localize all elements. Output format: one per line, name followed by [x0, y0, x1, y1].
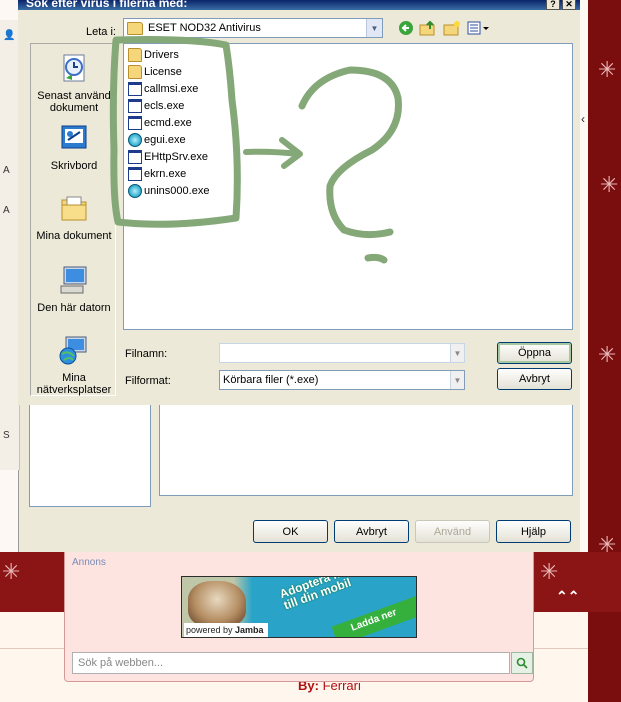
place-desktop[interactable]: Skrivbord — [31, 122, 117, 172]
place-label: Mina dokument — [36, 230, 112, 242]
scroll-up-icon[interactable]: ⌃⌃ — [556, 588, 579, 605]
view-menu-button[interactable] — [466, 19, 492, 37]
filetype-dropdown[interactable]: Körbara filer (*.exe) ▼ — [219, 370, 465, 390]
web-search-input[interactable]: Sök på webben... — [72, 652, 510, 674]
my-computer-icon — [60, 266, 87, 294]
list-item[interactable]: ecls.exe — [128, 98, 184, 114]
apply-button[interactable]: Använd — [415, 520, 490, 543]
place-label: Senast använd dokument — [37, 90, 111, 114]
chevron-down-icon[interactable]: ▼ — [366, 19, 382, 37]
eset-icon — [128, 184, 142, 198]
filetype-label: Filformat: — [125, 375, 171, 387]
places-bar: Senast använd dokument Skrivbord Mina do… — [30, 43, 116, 396]
folder-icon — [128, 65, 142, 79]
place-label: Mina nätverksplatser — [36, 372, 112, 396]
file-list[interactable]: Drivers License callmsi.exe ecls.exe ecm… — [123, 43, 573, 330]
snowflake-icon: ✳ — [540, 560, 559, 585]
ad-banner[interactable]: Adoptera mig till din mobil Ladda ner po… — [181, 576, 417, 638]
snowflake-icon: ✳ — [598, 343, 617, 368]
background-window-text: A — [3, 205, 10, 216]
snowflake-icon: ✳ — [600, 173, 619, 198]
exe-icon — [128, 82, 142, 96]
snowflake-icon: ✳ — [2, 560, 21, 585]
up-folder-icon — [419, 20, 435, 36]
properties-right-box — [159, 402, 573, 496]
filetype-value: Körbara filer (*.exe) — [223, 374, 319, 386]
exe-icon — [128, 167, 142, 181]
place-my-computer[interactable]: Den här datorn — [31, 264, 117, 314]
exe-icon — [128, 150, 142, 164]
search-icon — [516, 657, 528, 669]
user-icon: 👤 — [3, 30, 16, 41]
close-icon[interactable]: ✕ — [562, 0, 576, 10]
new-folder-button[interactable] — [442, 19, 462, 37]
list-item[interactable]: egui.exe — [128, 132, 186, 148]
chevron-left-icon[interactable]: ‹ — [581, 112, 591, 132]
place-label: Skrivbord — [50, 160, 98, 172]
back-arrow-icon — [399, 21, 413, 35]
chevron-down-icon[interactable]: ▼ — [450, 371, 464, 389]
help-button[interactable]: Hjälp — [496, 520, 571, 543]
filename-field[interactable]: ▼ — [219, 343, 465, 363]
list-item[interactable]: unins000.exe — [128, 183, 209, 199]
snowflake-icon: ✳ — [598, 533, 617, 558]
properties-cancel-button[interactable]: Avbryt — [334, 520, 409, 543]
place-label: Den här datorn — [37, 302, 111, 314]
lookin-dropdown[interactable]: ESET NOD32 Antivirus ▼ — [123, 18, 383, 38]
properties-left-box — [29, 402, 151, 507]
help-icon[interactable]: ? — [546, 0, 560, 10]
desktop-icon — [61, 125, 87, 149]
place-my-documents[interactable]: Mina dokument — [31, 192, 117, 242]
place-network[interactable]: Mina nätverksplatser — [31, 334, 117, 396]
exe-icon — [128, 116, 142, 130]
my-documents-icon — [61, 196, 87, 221]
ad-download-strip: Ladda ner — [331, 592, 416, 637]
dialog-title: Sök efter virus i filerna med: — [26, 0, 188, 10]
title-bar: Sök efter virus i filerna med: ? ✕ — [18, 0, 580, 10]
search-button[interactable] — [511, 652, 533, 674]
ad-panel: Annons Adoptera mig till din mobil Ladda… — [64, 552, 534, 682]
back-button[interactable] — [396, 19, 416, 37]
chevron-down-icon[interactable]: ▼ — [450, 344, 464, 362]
background-window-text: A — [3, 165, 10, 176]
up-folder-button[interactable] — [418, 19, 438, 37]
open-file-dialog: Sök efter virus i filerna med: ? ✕ Leta … — [18, 0, 580, 405]
ad-banner-text: Adoptera mig till din mobil — [277, 576, 356, 613]
list-item[interactable]: EHttpSrv.exe — [128, 149, 208, 165]
cancel-button[interactable]: Avbryt — [497, 368, 572, 390]
list-item[interactable]: ecmd.exe — [128, 115, 192, 131]
background-window-text: S — [3, 430, 10, 441]
ad-label: Annons — [72, 557, 106, 568]
list-item[interactable]: ekrn.exe — [128, 166, 186, 182]
eset-icon — [128, 133, 142, 147]
ad-powered-by: powered by Jamba — [184, 623, 268, 637]
list-item[interactable]: License — [128, 64, 182, 80]
list-item[interactable]: Drivers — [128, 47, 179, 63]
dog-image — [188, 581, 246, 627]
snowflake-icon: ✳ — [598, 58, 617, 83]
place-recent-documents[interactable]: Senast använd dokument — [31, 52, 117, 114]
folder-icon — [128, 48, 142, 62]
ok-button[interactable]: OK — [253, 520, 328, 543]
network-places-icon — [59, 336, 87, 365]
lookin-label: Leta i: — [86, 26, 116, 38]
exe-icon — [128, 99, 142, 113]
recent-documents-icon — [63, 54, 85, 82]
lookin-value: ESET NOD32 Antivirus — [148, 22, 261, 34]
background-window-edge: 👤 A A S — [0, 20, 20, 470]
filename-label: Filnamn: — [125, 348, 168, 360]
open-button[interactable]: Öppna — [497, 342, 572, 364]
folder-icon — [127, 21, 143, 35]
list-item[interactable]: callmsi.exe — [128, 81, 198, 97]
view-menu-icon — [467, 21, 489, 35]
new-folder-icon — [443, 21, 460, 36]
